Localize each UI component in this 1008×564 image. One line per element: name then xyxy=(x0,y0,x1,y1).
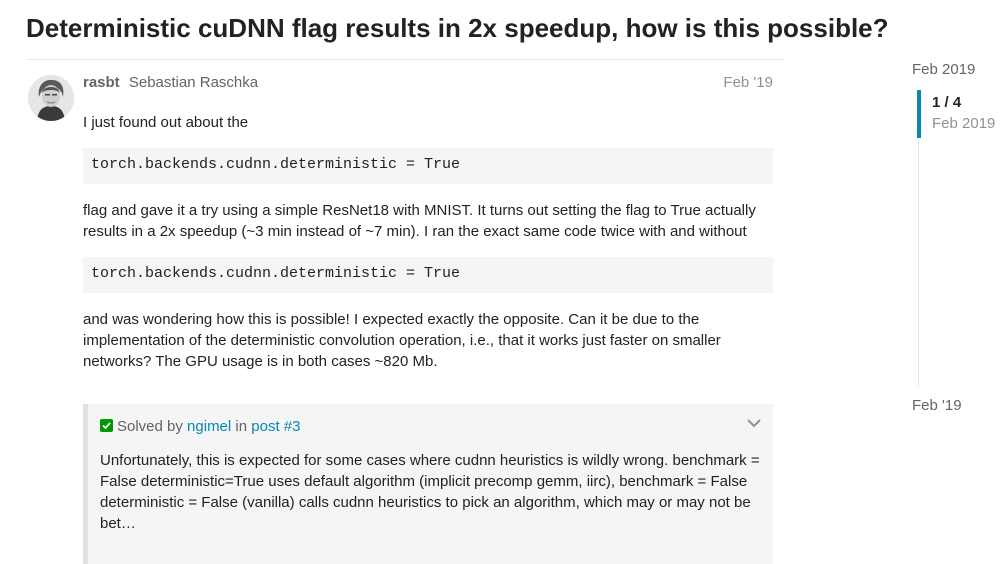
topic-title[interactable]: Deterministic cuDNN flag results in 2x s… xyxy=(26,12,889,44)
post-date[interactable]: Feb '19 xyxy=(723,74,773,91)
post-paragraph: flag and gave it a try using a simple Re… xyxy=(83,202,756,240)
code-block: torch.backends.cudnn.deterministic = Tru… xyxy=(83,148,773,184)
username[interactable]: rasbt xyxy=(83,74,120,91)
avatar-photo-icon xyxy=(28,75,74,121)
solution-excerpt: Unfortunately, this is expected for some… xyxy=(100,452,760,532)
chevron-down-icon[interactable] xyxy=(747,418,761,428)
checkbox-checked-icon xyxy=(100,419,113,432)
solved-by-label: Solved by xyxy=(117,418,183,435)
avatar[interactable] xyxy=(28,75,74,121)
title-divider xyxy=(26,59,784,60)
in-label: in xyxy=(235,418,248,435)
timeline-scroll-handle[interactable] xyxy=(917,90,921,138)
solver-link[interactable]: ngimel xyxy=(187,418,231,435)
post-paragraph: I just found out about the xyxy=(83,114,249,131)
timeline-position-date: Feb 2019 xyxy=(932,115,996,132)
post-body: I just found out about the torch.backend… xyxy=(83,112,773,372)
full-name[interactable]: Sebastian Raschka xyxy=(129,74,258,91)
topic-timeline: Feb 2019 1 / 4 Feb 2019 Feb '19 xyxy=(912,0,1008,558)
code-block: torch.backends.cudnn.deterministic = Tru… xyxy=(83,257,773,293)
timeline-start-date[interactable]: Feb 2019 xyxy=(912,61,975,78)
solved-by-line: Solved by ngimel in post #3 xyxy=(100,418,300,435)
post-header: rasbt Sebastian Raschka Feb '19 xyxy=(83,74,773,94)
accepted-answer-box: Solved by ngimel in post #3 Unfortunatel… xyxy=(83,404,773,564)
solution-post-link[interactable]: post #3 xyxy=(251,418,300,435)
timeline-end-date[interactable]: Feb '19 xyxy=(912,397,962,414)
timeline-position[interactable]: 1 / 4 xyxy=(932,94,961,111)
post-paragraph: and was wondering how this is possible! … xyxy=(83,311,721,370)
